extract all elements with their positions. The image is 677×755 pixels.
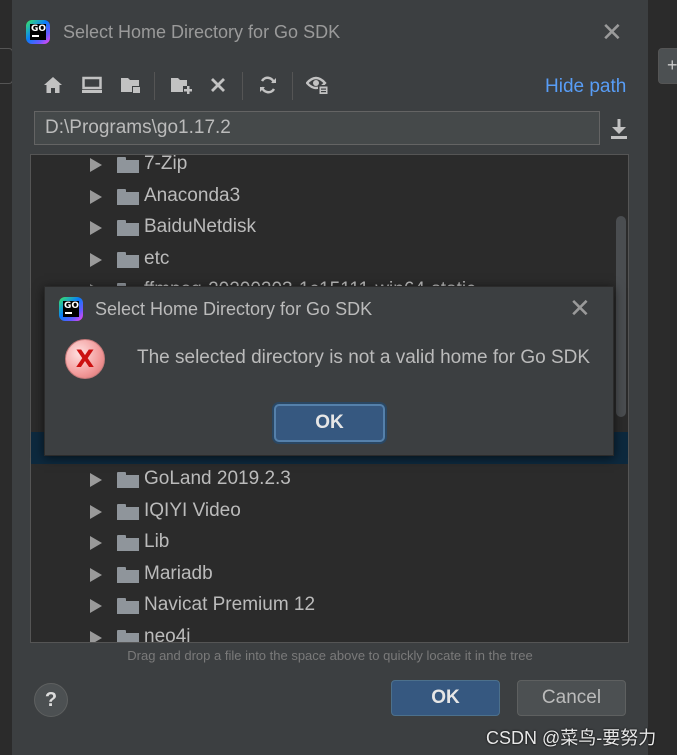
tree-row-label: neo4j bbox=[144, 626, 191, 643]
error-dialog-title: Select Home Directory for Go SDK bbox=[95, 299, 373, 319]
goland-logo-icon: GO bbox=[26, 20, 50, 44]
folder-icon bbox=[117, 189, 139, 205]
drag-drop-hint: Drag and drop a file into the space abov… bbox=[127, 648, 533, 663]
tree-row[interactable]: BaiduNetdisk bbox=[31, 212, 613, 243]
path-field[interactable] bbox=[34, 111, 600, 145]
error-dialog: GO Select Home Directory for Go SDK ✕ X … bbox=[44, 286, 614, 456]
tree-row[interactable]: etc bbox=[31, 244, 613, 275]
plus-icon: + bbox=[667, 55, 677, 75]
hide-path-link[interactable]: Hide path bbox=[545, 76, 626, 98]
folder-icon bbox=[117, 567, 139, 583]
expand-arrow-icon[interactable] bbox=[90, 473, 102, 487]
tree-row-label: IQIYI Video bbox=[144, 500, 241, 521]
refresh-icon[interactable] bbox=[253, 70, 283, 100]
tree-row[interactable]: Lib bbox=[31, 527, 613, 558]
expand-arrow-icon[interactable] bbox=[90, 505, 102, 519]
expand-arrow-icon[interactable] bbox=[90, 158, 102, 172]
tree-row-label: BaiduNetdisk bbox=[144, 216, 256, 237]
expand-arrow-icon[interactable] bbox=[90, 568, 102, 582]
expand-arrow-icon[interactable] bbox=[90, 631, 102, 642]
tree-scrollbar[interactable] bbox=[616, 216, 626, 417]
show-hidden-icon[interactable] bbox=[303, 70, 333, 100]
error-glyph: X bbox=[75, 345, 95, 373]
project-folder-icon[interactable] bbox=[116, 70, 146, 100]
tree-row[interactable]: Mariadb bbox=[31, 559, 613, 590]
tree-row-label: Anaconda3 bbox=[144, 185, 241, 206]
folder-icon bbox=[117, 504, 139, 520]
tree-row[interactable]: Anaconda3 bbox=[31, 181, 613, 212]
help-button[interactable]: ? bbox=[34, 683, 68, 717]
tree-row-label: Navicat Premium 12 bbox=[144, 594, 316, 615]
folder-icon bbox=[117, 252, 139, 268]
download-icon[interactable] bbox=[607, 117, 631, 141]
home-icon[interactable] bbox=[38, 70, 68, 100]
dialog-title: Select Home Directory for Go SDK bbox=[63, 22, 341, 42]
expand-arrow-icon[interactable] bbox=[90, 253, 102, 267]
toolbar-separator bbox=[242, 72, 243, 100]
tree-row[interactable]: neo4j bbox=[31, 622, 613, 643]
new-folder-icon[interactable] bbox=[166, 70, 196, 100]
logo-text: GO bbox=[64, 301, 80, 311]
background-left-strip bbox=[0, 0, 12, 755]
goland-logo-icon: GO bbox=[59, 297, 83, 321]
folder-icon bbox=[117, 630, 139, 642]
dialog-title-bar: GO Select Home Directory for Go SDK ✕ bbox=[12, 10, 648, 54]
folder-icon bbox=[117, 535, 139, 551]
delete-icon[interactable] bbox=[203, 70, 233, 100]
cancel-button[interactable]: Cancel bbox=[517, 680, 626, 716]
path-input[interactable] bbox=[35, 112, 599, 144]
expand-arrow-icon[interactable] bbox=[90, 190, 102, 204]
expand-arrow-icon[interactable] bbox=[90, 536, 102, 550]
toolbar-separator bbox=[292, 72, 293, 100]
error-ok-button[interactable]: OK bbox=[274, 404, 385, 442]
folder-icon bbox=[117, 598, 139, 614]
tree-row[interactable]: 7-Zip bbox=[31, 154, 613, 180]
error-message: The selected directory is not a valid ho… bbox=[137, 347, 591, 368]
tree-row-label: 7-Zip bbox=[144, 154, 188, 174]
logo-text: GO bbox=[31, 24, 47, 34]
folder-icon bbox=[117, 157, 139, 173]
tree-row[interactable]: Navicat Premium 12 bbox=[31, 590, 613, 621]
toolbar-separator bbox=[154, 72, 155, 100]
close-icon[interactable]: ✕ bbox=[601, 19, 623, 45]
tree-row[interactable]: IQIYI Video bbox=[31, 496, 613, 527]
expand-arrow-icon[interactable] bbox=[90, 599, 102, 613]
tree-row-label: GoLand 2019.2.3 bbox=[144, 468, 291, 489]
error-icon: X bbox=[65, 339, 105, 379]
watermark: CSDN @菜鸟-要努力 bbox=[486, 728, 657, 748]
tree-row[interactable]: GoLand 2019.2.3 bbox=[31, 464, 613, 495]
tree-row-label: Lib bbox=[144, 531, 170, 552]
desktop-icon[interactable] bbox=[77, 70, 107, 100]
expand-arrow-icon[interactable] bbox=[90, 221, 102, 235]
folder-icon bbox=[117, 472, 139, 488]
background-right-strip bbox=[648, 0, 677, 755]
ok-button[interactable]: OK bbox=[391, 680, 500, 716]
tree-row-label: etc bbox=[144, 248, 170, 269]
folder-icon bbox=[117, 220, 139, 236]
close-icon[interactable]: ✕ bbox=[569, 295, 591, 321]
background-add-button: + bbox=[658, 48, 677, 84]
tree-row-label: Mariadb bbox=[144, 563, 213, 584]
